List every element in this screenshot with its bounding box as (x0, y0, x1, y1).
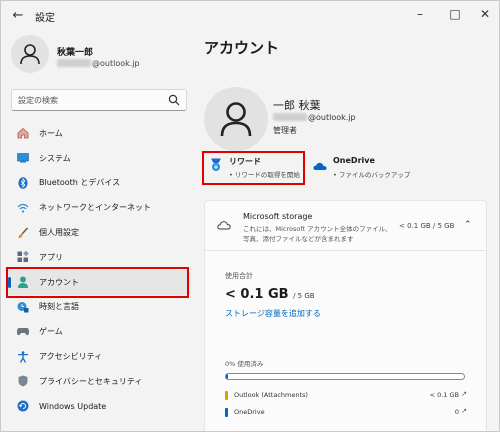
page-title: アカウント (204, 39, 280, 57)
storage-amount: < 0.1 GB / 5 GB (399, 222, 455, 230)
accounts-highlight-box (6, 267, 189, 298)
external-link-icon[interactable]: ↗ (461, 407, 467, 415)
title-bar: ← 設定 – □ ✕ (1, 1, 499, 31)
sidebar-item-bluetooth[interactable]: Bluetooth とデバイス (7, 171, 191, 196)
sidebar-item-time-language[interactable]: 時刻と言語 (7, 295, 191, 320)
search-input[interactable] (18, 93, 168, 107)
sidebar-item-accessibility[interactable]: アクセシビリティ (7, 344, 191, 369)
gamepad-icon (17, 326, 29, 338)
onedrive-label: OneDrive (333, 156, 375, 165)
onedrive-button[interactable]: OneDrive • ファイルのバックアップ (309, 153, 429, 183)
wifi-icon (17, 202, 29, 214)
minimize-button[interactable]: – (404, 3, 436, 25)
sidebar-item-privacy[interactable]: プライバシーとセキュリティ (7, 369, 191, 394)
profile-email: @outlook.jp (57, 59, 140, 68)
storage-header[interactable]: Microsoft storage これには、Microsoft アカウント全体… (205, 201, 486, 251)
onedrive-sub: • ファイルのバックアップ (333, 171, 411, 179)
apps-icon (17, 251, 29, 263)
storage-description: これには、Microsoft アカウント全体のファイル、 写真、添付ファイルなど… (243, 225, 392, 243)
system-icon (17, 152, 29, 164)
home-icon (17, 127, 29, 139)
storage-usage-bar (225, 373, 465, 380)
profile-name: 秋葉一郎 (57, 48, 94, 58)
sidebar-item-home[interactable]: ホーム (7, 121, 191, 146)
rewards-highlight-box (202, 151, 305, 185)
chevron-up-icon[interactable]: ⌃ (464, 220, 472, 230)
user-icon (20, 44, 40, 65)
cloud-icon (217, 221, 231, 230)
breakdown-row-outlook[interactable]: Outlook (Attachments) < 0.1 GB ↗ (225, 390, 467, 402)
breakdown-row-onedrive[interactable]: OneDrive 0 ↗ (225, 407, 467, 419)
maximize-button[interactable]: □ (439, 3, 471, 25)
sidebar-item-system[interactable]: システム (7, 146, 191, 171)
sidebar-item-network[interactable]: ネットワークとインターネット (7, 195, 191, 220)
account-avatar[interactable] (204, 87, 268, 151)
window-title: 設定 (35, 13, 55, 24)
account-role: 管理者 (273, 126, 297, 135)
account-email: @outlook.jp (273, 113, 356, 122)
avatar[interactable] (11, 35, 49, 73)
settings-window: ← 設定 – □ ✕ 秋葉一郎 @outlook.jp ホーム システム (0, 0, 500, 432)
usage-total-value: < 0.1 GB / 5 GB (225, 287, 315, 302)
brush-icon (17, 227, 29, 239)
shield-icon (17, 375, 29, 387)
account-name: 一郎 秋葉 (273, 99, 321, 112)
user-icon (220, 102, 252, 137)
storage-usage-bar-fill (226, 374, 228, 379)
sidebar-item-personalization[interactable]: 個人用設定 (7, 220, 191, 245)
percent-used-label: 0% 使用済み (225, 360, 264, 368)
sidebar-item-gaming[interactable]: ゲーム (7, 319, 191, 344)
time-language-icon (17, 301, 29, 313)
search-box[interactable] (11, 89, 187, 111)
storage-card: Microsoft storage これには、Microsoft アカウント全体… (204, 200, 487, 431)
external-link-icon[interactable]: ↗ (461, 390, 467, 398)
onedrive-swatch (225, 408, 228, 417)
accessibility-icon (17, 350, 29, 363)
search-icon[interactable] (168, 94, 180, 106)
usage-total-label: 使用合計 (225, 272, 253, 280)
onedrive-cloud-icon (313, 162, 327, 170)
storage-title: Microsoft storage (243, 212, 313, 221)
windows-update-icon (17, 400, 29, 412)
close-button[interactable]: ✕ (469, 3, 499, 25)
outlook-swatch (225, 391, 228, 400)
add-storage-link[interactable]: ストレージ容量を追加する (225, 308, 321, 319)
sidebar-item-windows-update[interactable]: Windows Update (7, 394, 191, 419)
bluetooth-icon (17, 177, 29, 189)
back-arrow-icon[interactable]: ← (9, 7, 27, 25)
